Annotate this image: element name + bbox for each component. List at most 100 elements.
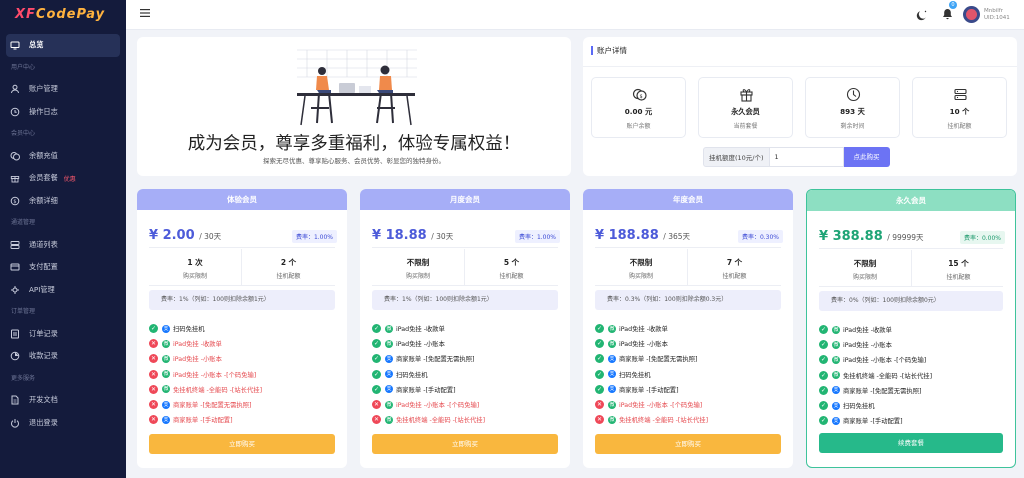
plan-feature-text: 商家账单 -[手动配置] — [843, 418, 903, 426]
sidebar-item-label: 操作日志 — [29, 106, 58, 116]
plan-feature-text: 商家账单 -[免配置无需执照] — [173, 402, 252, 410]
plan-feature: ✓ 微 iPad免挂 -收款单 — [595, 321, 708, 336]
plan-feature-text: 扫码免挂机 — [396, 371, 428, 379]
detail-icon: $ — [10, 196, 20, 206]
sidebar-item[interactable]: 退出登录 — [6, 412, 120, 435]
sidebar-item[interactable]: 订单记录 — [6, 323, 120, 346]
plan-feature-text: iPad免挂 -收款单 — [173, 341, 222, 349]
plan-limit-value: 不限制 — [406, 258, 430, 267]
username[interactable]: Mnbilfr UID:1041 — [984, 8, 1014, 22]
plan-price: ¥ 388.88 / 99999天 — [819, 229, 924, 244]
buy-quota-row: 挂机额度(10元/个) 点此购买 — [703, 147, 890, 167]
sidebar-item-label: 账户管理 — [29, 84, 58, 94]
buy-quota-button[interactable]: 点此购买 — [843, 147, 890, 167]
plan-feature-text: 免挂机终端 -全能码 -[站长代挂] — [843, 372, 933, 380]
sidebar-item[interactable]: $ 余额详细 — [6, 190, 120, 213]
plan-feature: ✓ 微 iPad免挂 -收款单 — [819, 322, 932, 337]
plan-feature-text: 免挂机终端 -全能码 -[站长代挂] — [396, 417, 486, 425]
sidebar-group-label: 会员中心 — [11, 130, 36, 137]
stat-label: 挂机配额 — [947, 123, 972, 130]
plan-quota-value: 5 个 — [503, 258, 520, 267]
logo-part2: CodePay — [35, 6, 106, 22]
sidebar-item[interactable]: 开发文档 — [6, 389, 120, 412]
plan-feature-text: 商家账单 -[免配置无需执照] — [619, 356, 698, 364]
plan-period: / 99999天 — [887, 233, 924, 242]
check-icon: ✓ — [595, 354, 604, 364]
stat-label: 剩余时间 — [840, 123, 865, 130]
plan-quota-value: 7 个 — [726, 258, 743, 267]
notification-button[interactable]: 0 — [942, 1, 957, 24]
plan-rate-badge: 费率：1.00% — [291, 230, 337, 243]
plan-feature: ✕ 微免挂机终端 -全能码 -[站长代挂] — [372, 412, 485, 427]
sidebar-item[interactable]: 账户管理 — [6, 78, 120, 101]
sidebar-item[interactable]: 操作日志 — [6, 101, 120, 124]
plan-feature: ✓ 支扫码免挂机 — [819, 398, 932, 413]
sidebar-group-label: 更多服务 — [11, 374, 36, 382]
plan-buy-button[interactable]: 立即购买 — [149, 434, 335, 454]
plan-limit-box: 不限制 购买限制 — [819, 250, 912, 286]
alipay-icon: 支 — [385, 385, 393, 394]
cross-icon: ✕ — [149, 400, 158, 410]
sidebar-item-label: 支付配置 — [29, 262, 58, 272]
plan-limit-label: 购买限制 — [182, 273, 207, 280]
buy-quota-label: 挂机额度(10元/个) — [703, 147, 770, 167]
sidebar-item-label: 余额详细 — [29, 195, 58, 205]
plan-feature: ✓ 支商家账单 -[手动配置] — [819, 413, 932, 428]
sidebar-item-label: 通道列表 — [29, 239, 58, 249]
check-icon: ✓ — [595, 384, 604, 394]
sidebar-item[interactable]: 收款记录 — [6, 345, 120, 368]
check-icon: ✓ — [149, 324, 158, 334]
plan-buy-button[interactable]: 立即购买 — [372, 434, 558, 454]
sidebar-item[interactable]: 通道列表 — [6, 234, 120, 257]
account-details-card: 账户详情 $ 0.00 元 账户余额 永久会员 当前套餐 893 天 剩余时间 … — [583, 37, 1017, 176]
plan-feature-text: iPad免挂 -小账本 -[个码免输] — [396, 402, 480, 410]
cross-icon: ✕ — [149, 354, 158, 364]
sidebar-item-label: 开发文档 — [29, 395, 58, 405]
plan-feature: ✓ 微 iPad免挂 -小账本 — [595, 336, 708, 351]
plan-quota-label: 挂机配额 — [722, 273, 747, 280]
check-icon: ✓ — [819, 385, 828, 395]
hamburger-icon[interactable] — [140, 9, 150, 17]
alipay-icon: 支 — [162, 415, 170, 424]
sidebar-item[interactable]: API管理 — [6, 279, 120, 302]
plan-card: 年度会员 ¥ 188.88 / 365天 费率：0.30% 不限制 购买限制 7 个挂机配… — [583, 189, 793, 468]
wechat-icon: 微 — [385, 400, 393, 409]
logo-part1: XF — [15, 6, 36, 22]
plan-limit-label: 购买限制 — [405, 273, 430, 280]
account-details-title: 账户详情 — [591, 46, 627, 55]
plan-feature-list: ✓ 微 iPad免挂 -收款单 ✓ 微 iPad免挂 -小账本 ✓ 微 iPad免挂 -小账本 … — [819, 322, 932, 428]
plan-buy-button[interactable]: 续费套餐 — [819, 433, 1003, 453]
wechat-icon: 微 — [162, 354, 170, 363]
plan-rate-badge: 费率：1.00% — [514, 230, 560, 243]
plan-feature-text: 扫码免挂机 — [619, 371, 651, 379]
plan-quota-box: 5 个挂机配额 — [465, 249, 558, 285]
stat-time: 893 天 剩余时间 — [805, 77, 900, 138]
bell-icon — [943, 9, 952, 20]
plan-feature: ✕ 微 iPad免挂 -小账本 -[个码免输] — [149, 367, 262, 382]
sidebar-nav: 总览 用户中心 账户管理 操作日志 会员中心 余额充值 会员套餐 优惠 $ 余额详细 通道管理 通道列… — [0, 28, 126, 434]
wechat-icon: 微 — [385, 415, 393, 424]
plan-feature: ✕ 微 iPad免挂 -收款单 — [149, 336, 262, 351]
plan-feature: ✓ 支扫码免挂机 — [149, 321, 262, 336]
avatar[interactable] — [963, 6, 980, 23]
coins-icon — [10, 151, 20, 161]
cross-icon: ✕ — [595, 415, 604, 425]
moon-icon[interactable] — [916, 9, 928, 21]
sidebar-item[interactable]: 支付配置 — [6, 256, 120, 279]
alipay-icon: 支 — [832, 386, 840, 395]
plan-price: ¥ 18.88 / 30天 — [372, 228, 453, 243]
stat-label: 账户余额 — [626, 123, 651, 130]
buy-quota-input[interactable] — [769, 147, 844, 167]
wechat-icon: 微 — [832, 325, 840, 334]
sidebar-item[interactable]: 总览 — [6, 34, 120, 57]
sidebar-item-label: 收款记录 — [29, 351, 58, 361]
plan-price: ¥ 2.00 / 30天 — [149, 228, 221, 243]
plan-buy-button[interactable]: 立即购买 — [595, 434, 781, 454]
order-icon — [10, 329, 20, 339]
check-icon: ✓ — [819, 355, 828, 365]
sidebar-item[interactable]: 余额充值 — [6, 145, 120, 168]
sidebar-item[interactable]: 会员套餐 优惠 — [6, 167, 120, 190]
plan-quota-box: 7 个挂机配额 — [688, 249, 781, 285]
plan-feature-text: iPad免挂 -小账本 -[个码免输] — [843, 357, 927, 365]
sidebar-item-label: 总览 — [29, 40, 44, 50]
